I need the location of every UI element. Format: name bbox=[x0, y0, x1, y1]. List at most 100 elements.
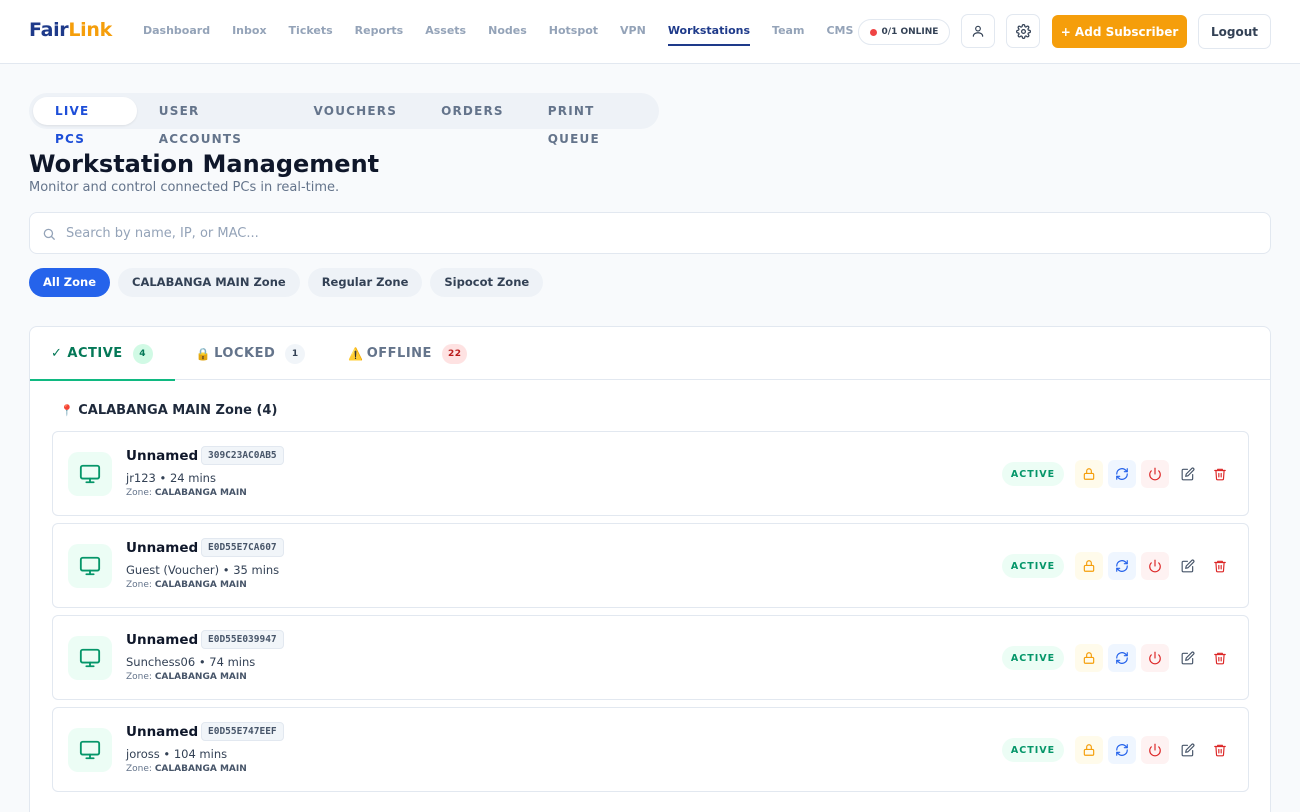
main-nav: Dashboard Inbox Tickets Reports Assets N… bbox=[132, 0, 864, 64]
nav-vpn[interactable]: VPN bbox=[609, 0, 657, 62]
lock-button[interactable] bbox=[1075, 644, 1103, 672]
search-box bbox=[29, 212, 1271, 254]
pc-zone-value: CALABANGA MAIN bbox=[154, 672, 247, 682]
tab-active[interactable]: ✓ ACTIVE 4 bbox=[30, 327, 175, 381]
power-icon bbox=[1149, 559, 1161, 573]
status-badge: ACTIVE bbox=[1002, 554, 1064, 578]
tab-offline[interactable]: ⚠️ OFFLINE 22 bbox=[348, 327, 468, 380]
user-icon bbox=[972, 25, 984, 37]
zone-filter-calabanga-main[interactable]: CALABANGA MAIN Zone bbox=[118, 268, 300, 297]
warning-icon: ⚠️ bbox=[348, 346, 364, 361]
monitor-icon bbox=[79, 556, 101, 576]
settings-button[interactable] bbox=[1006, 14, 1040, 48]
lock-emoji-icon: 🔒 bbox=[195, 346, 212, 361]
page-subtitle: Monitor and control connected PCs in rea… bbox=[29, 180, 340, 195]
pc-zone-label: Zone: bbox=[126, 764, 152, 774]
top-header: FairLink Dashboard Inbox Tickets Reports… bbox=[0, 0, 1300, 64]
restart-button[interactable] bbox=[1108, 644, 1136, 672]
locked-count-badge: 1 bbox=[285, 343, 306, 364]
pc-zone: Zone: CALABANGA MAIN bbox=[126, 488, 247, 498]
monitor-icon bbox=[79, 464, 101, 484]
delete-button[interactable] bbox=[1206, 552, 1234, 580]
trash-icon bbox=[1214, 560, 1226, 573]
tab-print-queue[interactable]: PRINT QUEUE bbox=[526, 97, 659, 146]
lock-icon bbox=[1083, 744, 1095, 756]
edit-button[interactable] bbox=[1174, 552, 1202, 580]
workstation-card-2[interactable]: Unnamed E0D55E7CA607 Guest (Voucher) • 3… bbox=[52, 523, 1249, 608]
refresh-icon bbox=[1116, 652, 1128, 664]
status-badge: ACTIVE bbox=[1002, 738, 1064, 762]
pc-name: Unnamed bbox=[126, 632, 199, 648]
workstation-subtabs: LIVE PCS USER ACCOUNTS VOUCHERS ORDERS P… bbox=[29, 93, 659, 146]
restart-button[interactable] bbox=[1108, 552, 1136, 580]
logout-button[interactable]: Logout bbox=[1198, 14, 1271, 49]
search-input[interactable] bbox=[66, 213, 1256, 253]
edit-icon bbox=[1181, 743, 1195, 757]
pc-icon-wrap bbox=[68, 544, 112, 588]
pc-zone: Zone: CALABANGA MAIN bbox=[126, 580, 247, 590]
tab-user-accounts[interactable]: USER ACCOUNTS bbox=[137, 97, 292, 146]
workstation-card-1[interactable]: Unnamed 309C23AC0AB5 jr123 • 24 mins Zon… bbox=[52, 431, 1249, 516]
delete-button[interactable] bbox=[1206, 460, 1234, 488]
nav-assets[interactable]: Assets bbox=[414, 0, 477, 62]
mac-address-badge: 309C23AC0AB5 bbox=[201, 446, 284, 465]
tab-locked[interactable]: 🔒 LOCKED 1 bbox=[196, 327, 306, 380]
lock-button[interactable] bbox=[1075, 552, 1103, 580]
delete-button[interactable] bbox=[1206, 644, 1234, 672]
offline-count-badge: 22 bbox=[441, 343, 468, 364]
restart-button[interactable] bbox=[1108, 460, 1136, 488]
nav-inbox[interactable]: Inbox bbox=[221, 0, 277, 62]
tab-live-pcs[interactable]: LIVE PCS bbox=[33, 97, 137, 146]
lock-icon bbox=[1083, 652, 1095, 664]
profile-button[interactable] bbox=[961, 14, 995, 48]
check-icon: ✓ bbox=[51, 346, 63, 361]
restart-button[interactable] bbox=[1108, 736, 1136, 764]
pc-name: Unnamed bbox=[126, 448, 199, 464]
tab-orders[interactable]: ORDERS bbox=[419, 97, 526, 125]
workstation-card-4[interactable]: Unnamed E0D55E747EEF joross • 104 mins Z… bbox=[52, 707, 1249, 792]
workstation-card-3[interactable]: Unnamed E0D55E039947 Sunchess06 • 74 min… bbox=[52, 615, 1249, 700]
nav-reports[interactable]: Reports bbox=[344, 0, 415, 62]
shutdown-button[interactable] bbox=[1141, 644, 1169, 672]
pc-zone-value: CALABANGA MAIN bbox=[154, 764, 247, 774]
status-badge: ACTIVE bbox=[1002, 462, 1064, 486]
refresh-icon bbox=[1116, 744, 1128, 756]
nav-nodes[interactable]: Nodes bbox=[477, 0, 538, 62]
pc-zone-label: Zone: bbox=[126, 488, 152, 498]
status-dot-icon bbox=[869, 28, 877, 36]
nav-tickets[interactable]: Tickets bbox=[278, 0, 344, 62]
lock-icon bbox=[1083, 560, 1095, 572]
pc-user-info: joross • 104 mins bbox=[126, 747, 228, 761]
pc-zone-value: CALABANGA MAIN bbox=[154, 580, 247, 590]
tab-locked-label: LOCKED bbox=[214, 346, 276, 361]
edit-icon bbox=[1181, 559, 1195, 573]
nav-team[interactable]: Team bbox=[761, 0, 815, 62]
nav-dashboard[interactable]: Dashboard bbox=[132, 0, 221, 62]
status-tabs: ✓ ACTIVE 4 🔒 LOCKED 1 ⚠️ OFFLINE 22 bbox=[30, 327, 1270, 381]
nav-workstations[interactable]: Workstations bbox=[657, 0, 761, 62]
edit-button[interactable] bbox=[1174, 736, 1202, 764]
zone-filter-sipocot[interactable]: Sipocot Zone bbox=[430, 268, 544, 297]
lock-button[interactable] bbox=[1075, 736, 1103, 764]
lock-button[interactable] bbox=[1075, 460, 1103, 488]
pc-zone: Zone: CALABANGA MAIN bbox=[126, 764, 247, 774]
nav-hotspot[interactable]: Hotspot bbox=[538, 0, 609, 62]
edit-button[interactable] bbox=[1174, 460, 1202, 488]
page-title: Workstation Management bbox=[29, 150, 380, 178]
tab-vouchers[interactable]: VOUCHERS bbox=[292, 97, 420, 125]
shutdown-button[interactable] bbox=[1141, 736, 1169, 764]
tab-offline-label: OFFLINE bbox=[366, 346, 432, 361]
add-subscriber-button[interactable]: + Add Subscriber bbox=[1052, 15, 1187, 48]
pc-zone-label: Zone: bbox=[126, 580, 152, 590]
shutdown-button[interactable] bbox=[1141, 552, 1169, 580]
edit-button[interactable] bbox=[1174, 644, 1202, 672]
brand-logo[interactable]: FairLink bbox=[29, 19, 112, 41]
shutdown-button[interactable] bbox=[1141, 460, 1169, 488]
pc-zone: Zone: CALABANGA MAIN bbox=[126, 672, 247, 682]
monitor-icon bbox=[79, 648, 101, 668]
tab-active-label: ACTIVE bbox=[67, 346, 123, 361]
zone-filter-all[interactable]: All Zone bbox=[29, 268, 111, 297]
delete-button[interactable] bbox=[1206, 736, 1234, 764]
pc-user-info: jr123 • 24 mins bbox=[126, 471, 216, 485]
zone-filter-regular[interactable]: Regular Zone bbox=[307, 268, 423, 297]
